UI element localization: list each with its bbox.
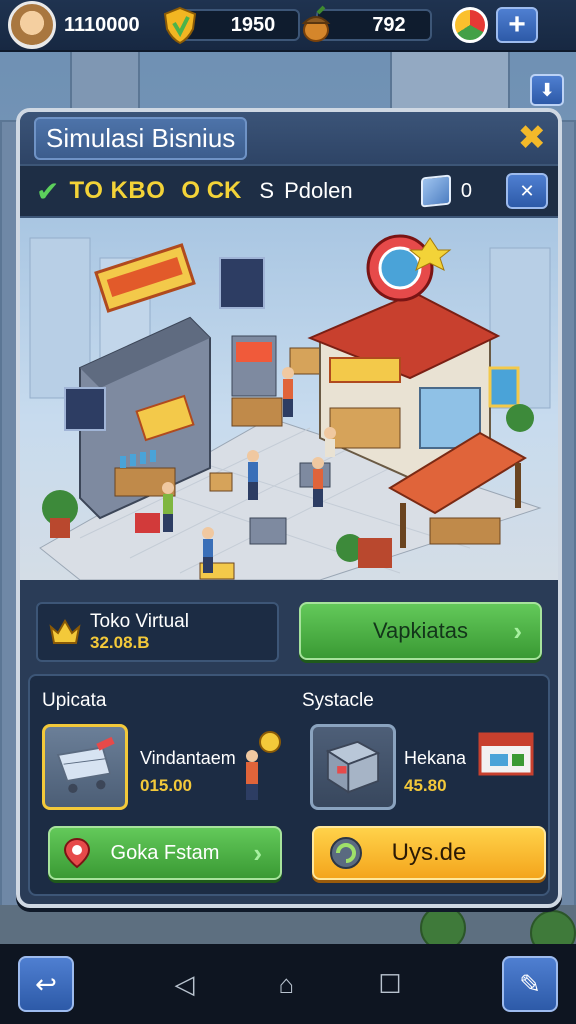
store-scene[interactable]: [20, 218, 558, 580]
left-section-title: Upicata: [42, 690, 107, 711]
edit-button[interactable]: ✎: [502, 956, 558, 1012]
shop-summary-row: Toko Virtual 32.08.B Vapkiatas ›: [20, 580, 558, 674]
upgrades-section: Upicata Systacle Vindantaem 015.00 Hekan…: [28, 674, 550, 896]
back-arrow-button[interactable]: ↩: [18, 956, 74, 1012]
business-simulation-panel: Simulasi Bisnius ✖ ✔ TO KBO O CK S Pdole…: [16, 108, 562, 908]
bottom-navigation-bar: ↩ ◁ ⌂ ☐ ✎: [0, 944, 576, 1024]
system-item-card[interactable]: [310, 724, 396, 810]
primary-action-label: Vapkiatas: [373, 618, 468, 643]
chrome-icon[interactable]: [452, 7, 488, 43]
left-item-name: Vindantaem: [140, 748, 236, 768]
background-street: [0, 905, 576, 945]
add-resources-button[interactable]: +: [496, 7, 538, 43]
nav-home-icon[interactable]: ⌂: [278, 969, 294, 1000]
shop-card[interactable]: Toko Virtual 32.08.B: [36, 602, 280, 662]
green-action-label: Goka Fstam: [110, 841, 220, 864]
chevron-right-icon: ›: [253, 837, 262, 868]
arrow-down-icon: ⬇: [539, 79, 555, 100]
check-icon: ✔: [36, 175, 60, 207]
left-item-price: 015.00: [140, 776, 192, 795]
green-action-button[interactable]: Goka Fstam ›: [48, 826, 282, 880]
player-avatar[interactable]: [8, 1, 56, 49]
top-resource-bar: 1110000 1950 792 +: [0, 0, 576, 52]
right-section-title: Systacle: [302, 690, 374, 711]
shopping-cart-icon: [56, 736, 115, 794]
close-icon[interactable]: ✖: [518, 121, 547, 155]
coins-value: 1110000: [64, 13, 140, 36]
crown-box-icon: [49, 619, 81, 644]
food-value: 792: [372, 13, 406, 36]
gems-counter[interactable]: 1950: [163, 6, 300, 45]
status-bar: ✔ TO KBO O CK S Pdolen 0 ✕: [20, 164, 558, 218]
shop-value: 32.08.B: [90, 633, 150, 652]
machine-icon: [325, 740, 381, 794]
right-item-price: 45.80: [404, 776, 447, 795]
chevron-right-icon: ›: [513, 615, 522, 646]
food-counter[interactable]: 792: [301, 5, 432, 42]
primary-action-button[interactable]: Vapkiatas ›: [299, 602, 542, 660]
collapse-button[interactable]: ✕: [506, 173, 548, 209]
nav-recents-icon[interactable]: ☐: [378, 969, 401, 1000]
orange-action-label: Uys.de: [391, 839, 467, 866]
shop-name: Toko Virtual: [90, 611, 189, 632]
expand-button[interactable]: ⬇: [530, 74, 564, 106]
shop-text: Toko Virtual 32.08.B: [90, 611, 189, 653]
acorn-icon: [301, 5, 331, 42]
status-text-b: O CK: [181, 177, 242, 204]
nav-back-icon[interactable]: ◁: [174, 969, 194, 1000]
gems-value: 1950: [230, 13, 276, 36]
sale-sign-icon: [478, 732, 534, 776]
pencil-icon: ✎: [519, 968, 541, 999]
panel-header: Simulasi Bisnius ✖: [20, 112, 558, 164]
back-arrow-icon: ↩: [35, 968, 57, 999]
plus-icon: +: [508, 8, 526, 41]
system-nav: ◁ ⌂ ☐: [174, 969, 401, 1000]
coins-counter: 1110000: [64, 9, 164, 41]
status-text-a: TO KBO: [69, 177, 166, 204]
panel-title: Simulasi Bisnius: [34, 116, 248, 160]
collapse-icon: ✕: [519, 180, 535, 201]
cart-item-card[interactable]: [42, 724, 128, 810]
store-illustration: [29, 234, 551, 580]
map-pin-icon: [63, 837, 91, 869]
worker-icon: [246, 731, 281, 800]
status-s-label: S: [259, 178, 275, 203]
cube-count: 0: [460, 179, 472, 202]
refresh-icon: [330, 837, 362, 869]
right-item-name: Hekana: [404, 748, 467, 768]
cube-icon: [420, 174, 451, 208]
shield-icon: [163, 6, 197, 45]
status-name: Pdolen: [284, 178, 353, 203]
orange-action-button[interactable]: Uys.de: [312, 826, 546, 880]
